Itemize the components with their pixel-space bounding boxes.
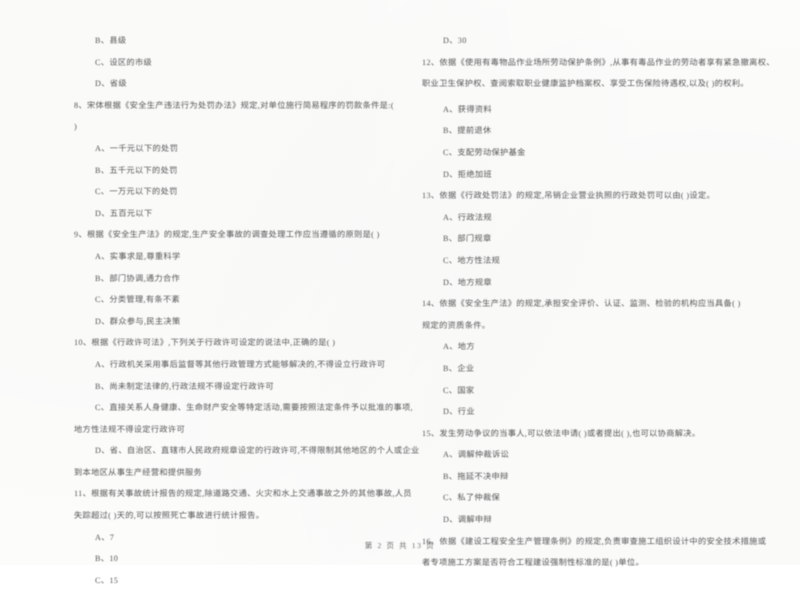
option-item: B、10 — [95, 554, 119, 564]
question-stem-line: 职业卫生保护权、查阅索取职业健康监护档案权、享受工伤保险待遇权,以及( )的权利… — [422, 79, 749, 89]
option-item: D、省级 — [95, 79, 127, 89]
question-10: 10、根据《行政许可法》,下列关于行政许可设定的说法中,正确的是( ) A、行政… — [74, 332, 420, 483]
question-14: 14、依据《安全生产法》的规定,承担安全评价、认证、监测、检验的机构应当具备( … — [422, 293, 778, 423]
option-item: A、实事求是,尊重科学 — [95, 251, 181, 261]
question-stem-line: ) — [74, 122, 78, 132]
document-page: B、县级 C、设区的市级 D、省级 8、宋体根据《安全生产违法行为处罚办法》规定… — [0, 0, 800, 585]
page-footer: 第 2 页 共 13 页 — [364, 541, 436, 550]
option-item: C、分类管理,有条不紊 — [95, 295, 181, 305]
question-9: 9、根据《安全生产法》的规定,生产安全事故的调查处理工作应当遵循的原则是( ) … — [74, 224, 390, 332]
question-stem-line: 8、宋体根据《安全生产违法行为处罚办法》规定,对单位施行简易程序的罚款条件是:( — [74, 100, 394, 110]
option-item: A、地方 — [443, 342, 475, 352]
option-item: A、一千元以下的处罚 — [95, 143, 179, 153]
option-item: A、获得资料 — [443, 104, 492, 114]
orphan-option-group-right: D、30 — [422, 30, 778, 52]
question-8: 8、宋体根据《安全生产违法行为处罚办法》规定,对单位施行简易程序的罚款条件是:(… — [74, 95, 394, 225]
question-stem-line: 15、发生劳动争议的当事人,可以依法申请( )或者提出( ),也可以协商解决。 — [422, 428, 701, 438]
option-item: C、私了仲裁保 — [443, 493, 501, 503]
left-column: B、县级 C、设区的市级 D、省级 8、宋体根据《安全生产违法行为处罚办法》规定… — [0, 30, 420, 585]
option-item: D、省、自治区、直辖市人民政府规章设定的行政许可,不得限制其他地区的个人或企业 — [95, 446, 420, 456]
question-stem-line: 9、根据《安全生产法》的规定,生产安全事故的调查处理工作应当遵循的原则是( ) — [74, 230, 380, 240]
option-item: B、企业 — [443, 363, 475, 373]
option-item: D、行业 — [443, 407, 475, 417]
option-item: C、15 — [95, 575, 119, 585]
question-stem-line: 12、依据《使用有毒物品作业场所劳动保护条例》,从事有毒品作业的劳动者享有紧急撤… — [422, 57, 775, 67]
question-stem-line: 13、依据《行政处罚法》的规定,吊销企业营业执照的行政处罚可以由( )设定。 — [422, 191, 716, 201]
option-item: B、拖延不决申辩 — [443, 471, 509, 481]
question-stem-line: 10、根据《行政许可法》,下列关于行政许可设定的说法中,正确的是( ) — [74, 338, 336, 348]
option-item: B、县级 — [95, 36, 127, 45]
option-item: C、支配劳动保护基金 — [443, 147, 526, 157]
option-item: C、国家 — [443, 385, 475, 395]
question-13: 13、依据《行政处罚法》的规定,吊销企业营业执照的行政处罚可以由( )设定。 A… — [422, 185, 778, 293]
option-item: B、提前退休 — [443, 126, 492, 136]
option-item: A、调解仲裁诉讼 — [443, 450, 510, 460]
option-item: D、五百元以下 — [95, 208, 153, 218]
option-item: B、五千元以下的处罚 — [95, 165, 178, 175]
question-11: 11、根据有关事故统计报告的规定,除道路交通、火灾和水上交通事故之外的其他事故,… — [74, 483, 412, 591]
option-item: D、拒绝加班 — [443, 169, 492, 179]
option-item: C、直接关系人身健康、生命财产安全等特定活动,需要按照法定条件予以批准的事项, — [95, 403, 413, 413]
option-item: C、一万元以下的处罚 — [95, 187, 178, 197]
option-item: D、地方规章 — [443, 277, 492, 287]
option-item: C、地方性法规 — [443, 255, 501, 265]
option-item: B、部门协调,通力合作 — [95, 273, 181, 283]
question-stem-line: 规定的资质条件。 — [422, 320, 491, 330]
orphan-option-group-left: B、县级 C、设区的市级 D、省级 — [74, 30, 390, 95]
option-continuation-line: 到本地区从事生产经营和提供服务 — [74, 467, 203, 477]
option-item: B、尚未制定法律的,行政法规不得设定行政许可 — [95, 381, 274, 391]
option-item: A、行政机关采用事后监督等其他行政管理方式能够解决的,不得设立行政许可 — [95, 359, 386, 369]
option-item: B、部门规章 — [443, 234, 492, 244]
option-item: A、行政法规 — [443, 212, 492, 222]
question-stem-line: 者专项施工方案是否符合工程建设强制性标准的是( )单位。 — [422, 558, 644, 568]
option-continuation-line: 地方性法规不得设定行政许可 — [74, 424, 185, 434]
question-12: 12、依据《使用有毒物品作业场所劳动保护条例》,从事有毒品作业的劳动者享有紧急撤… — [422, 52, 778, 186]
option-item: D、群众参与,民主决策 — [95, 316, 181, 326]
two-column-body: B、县级 C、设区的市级 D、省级 8、宋体根据《安全生产违法行为处罚办法》规定… — [0, 30, 800, 585]
right-column: D、30 12、依据《使用有毒物品作业场所劳动保护条例》,从事有毒品作业的劳动者… — [400, 30, 800, 567]
option-item: D、30 — [443, 36, 467, 45]
question-stem-line: 失踪超过( )天的,可以按照死亡事故进行统计报告。 — [74, 511, 265, 521]
question-16: 16、依据《建设工程安全生产管理条例》的规定,负责审查施工组织设计中的安全技术措… — [422, 531, 778, 574]
question-stem-line: 11、根据有关事故统计报告的规定,除道路交通、火灾和水上交通事故之外的其他事故,… — [74, 489, 412, 499]
option-item: C、设区的市级 — [95, 57, 153, 67]
option-item: D、调解申辩 — [443, 515, 492, 525]
question-stem-line: 14、依据《安全生产法》的规定,承担安全评价、认证、监测、检验的机构应当具备( … — [422, 299, 741, 309]
question-15: 15、发生劳动争议的当事人,可以依法申请( )或者提出( ),也可以协商解决。 … — [422, 423, 778, 531]
